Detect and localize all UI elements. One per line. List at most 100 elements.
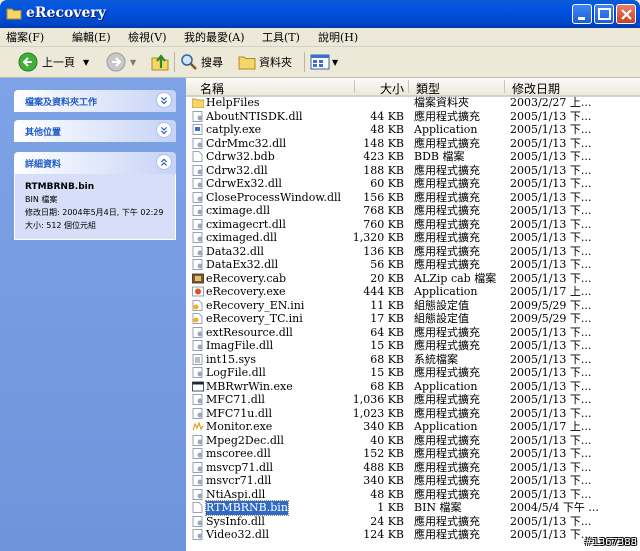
dll-icon [192,394,203,405]
file-type: 組態設定值 [414,312,469,325]
file-row[interactable]: CdrMmc32.dll 148 KB 應用程式擴充 2005/1/13 下... [186,137,640,151]
dll-icon [192,515,203,527]
column-name[interactable]: 名稱 [200,80,224,97]
file-row[interactable]: MFC71.dll 1,036 KB 應用程式擴充 2005/1/13 下... [186,393,640,407]
menu-view[interactable]: 檢視(V) [128,29,167,45]
menu-file[interactable]: 檔案(F) [6,29,44,45]
file-row[interactable]: RTMBRNB.bin 1 KB BIN 檔案 2004/5/4 下午 ... [186,500,640,516]
file-row[interactable]: int15.sys 68 KB 系統檔案 2005/1/13 下... [186,353,640,367]
file-size: 11 KB [370,298,404,312]
column-divider[interactable] [354,80,355,93]
up-folder-button[interactable] [150,47,170,77]
panel-header[interactable]: 檔案及資料夾工作 [14,90,176,112]
file-type: 應用程式擴充 [414,528,480,541]
cab-icon [192,273,204,283]
file-row[interactable]: CdrwEx32.dll 60 KB 應用程式擴充 2005/1/13 下... [186,177,640,191]
file-name: Cdrw32.bdb [206,150,275,163]
file-row[interactable]: eRecovery.cab 20 KB ALZip cab 檔案 2005/1/13 … [186,272,640,286]
file-type: ALZip cab 檔案 [414,271,497,285]
file-row[interactable]: AboutNTISDK.dll 44 KB 應用程式擴充 2005/1/13 下... [186,110,640,124]
search-button[interactable]: 搜尋 [180,47,223,77]
file-row[interactable]: cximagecrt.dll 760 KB 應用程式擴充 2005/1/13 下... [186,218,640,232]
panel-header[interactable]: 其他位置 [14,120,176,142]
file-row[interactable]: NtiAspi.dll 48 KB 應用程式擴充 2005/1/13 下... [186,488,640,502]
chevron-down-icon[interactable] [156,122,172,138]
column-type[interactable]: 類型 [416,80,440,97]
details-body: RTMBRNB.bin BIN 檔案 修改日期: 2004年5月4日, 下午 0… [14,174,176,240]
file-date: 2005/1/17 上... [510,420,592,433]
maximize-button[interactable] [594,4,614,24]
chevron-up-icon[interactable] [156,154,172,170]
file-row[interactable]: Mpeg2Dec.dll 40 KB 應用程式擴充 2005/1/13 下... [186,434,640,448]
file-row[interactable]: CloseProcessWindow.dll 156 KB 應用程式擴充 2005/1… [186,191,640,205]
file-row[interactable]: Cdrw32.bdb 423 KB BDB 檔案 2005/1/13 下... [186,150,640,164]
file-row[interactable]: eRecovery_TC.ini 17 KB 組態設定值 2009/5/29 下... [186,312,640,326]
file-type: 應用程式擴充 [414,460,480,474]
file-type: 應用程式擴充 [414,325,480,339]
column-divider[interactable] [504,80,505,93]
file-date: 2005/1/13 下... [510,352,592,366]
file-row[interactable]: MBRwrWin.exe 68 KB Application 2005/1/13 下.… [186,380,640,394]
file-row[interactable]: DataEx32.dll 56 KB 應用程式擴充 2005/1/13 下... [186,258,640,272]
column-date[interactable]: 修改日期 [512,80,560,97]
menu-tools[interactable]: 工具(T) [262,29,300,45]
file-row[interactable]: MFC71u.dll 1,023 KB 應用程式擴充 2005/1/13 下... [186,407,640,421]
view-grid-icon [310,54,330,70]
file-row[interactable]: eRecovery.exe 444 KB Application 2005/1/17 … [186,285,640,299]
file-row[interactable]: msvcp71.dll 488 KB 應用程式擴充 2005/1/13 下... [186,461,640,475]
file-row[interactable]: eRecovery_EN.ini 11 KB 組態設定值 2009/5/29 下... [186,299,640,313]
column-divider[interactable] [408,80,409,93]
file-row[interactable]: cximage.dll 768 KB 應用程式擴充 2005/1/13 下... [186,204,640,218]
file-row[interactable]: msvcr71.dll 340 KB 應用程式擴充 2005/1/13 下... [186,474,640,488]
close-button[interactable] [616,4,636,24]
chevron-down-icon[interactable]: ▼ [83,58,89,67]
file-row[interactable]: HelpFiles 檔案資料夾 2003/2/27 上... [186,96,640,110]
forward-button[interactable]: ▼ [106,47,136,77]
dll-icon [192,164,203,176]
folders-button[interactable]: 資料夾 [238,47,292,77]
file-size: 444 KB [363,285,404,298]
menu-edit[interactable]: 編輯(E) [72,29,111,45]
menu-favorites[interactable]: 我的最愛(A) [184,29,245,45]
column-size[interactable]: 大小 [380,80,404,97]
file-type: Application [414,123,478,136]
file-row[interactable]: Cdrw32.dll 188 KB 應用程式擴充 2005/1/13 下... [186,164,640,178]
minimize-button[interactable] [572,4,592,24]
file-type: 應用程式擴充 [414,231,480,244]
menu-help[interactable]: 說明(H) [318,29,358,45]
file-name: Mpeg2Dec.dll [206,433,284,447]
file-row[interactable]: catply.exe 48 KB Application 2005/1/13 下... [186,123,640,137]
file-size: 1,036 KB [352,393,404,406]
file-size: 15 KB [370,366,404,379]
close-icon [621,9,632,20]
file-date: 2005/1/13 下... [510,177,592,190]
file-name: eRecovery_EN.ini [206,298,305,312]
file-row[interactable]: Monitor.exe 340 KB Application 2005/1/17 上.… [186,420,640,434]
file-row[interactable]: Video32.dll 124 KB 應用程式擴充 2005/1/13 下... [186,528,640,542]
title-bar[interactable]: eRecovery [0,0,640,28]
file-size: 1,023 KB [352,406,404,420]
panel-header[interactable]: 詳細資料 [14,152,176,174]
file-name: cximage.dll [206,204,270,217]
file-row[interactable]: mscoree.dll 152 KB 應用程式擴充 2005/1/13 下... [186,447,640,461]
file-row[interactable]: extResource.dll 64 KB 應用程式擴充 2005/1/13 下... [186,326,640,340]
file-row[interactable]: cximaged.dll 1,320 KB 應用程式擴充 2005/1/13 下... [186,231,640,245]
file-type: 應用程式擴充 [414,474,480,487]
file-name: catply.exe [206,123,262,136]
chevron-down-icon[interactable]: ▼ [130,58,136,67]
file-date: 2005/1/13 下... [510,406,592,420]
file-name: mscoree.dll [206,447,271,460]
file-row[interactable]: ImagFile.dll 15 KB 應用程式擴充 2005/1/13 下... [186,339,640,353]
file-row[interactable]: Data32.dll 136 KB 應用程式擴充 2005/1/13 下... [186,245,640,259]
back-button[interactable]: 上一頁 ▼ [18,47,89,77]
file-date: 2005/1/13 下... [510,433,592,447]
file-row[interactable]: SysInfo.dll 24 KB 應用程式擴充 2005/1/13 下... [186,515,640,529]
file-row[interactable]: LogFile.dll 15 KB 應用程式擴充 2005/1/13 下... [186,366,640,380]
dll-icon [192,205,203,216]
chevron-down-icon[interactable] [156,92,172,108]
dll-icon [192,367,203,378]
file-name: Cdrw32.dll [206,163,268,177]
views-button[interactable]: ▼ [310,47,338,77]
file-date: 2009/5/29 下... [510,298,592,312]
file-date: 2005/1/13 下... [510,217,592,231]
